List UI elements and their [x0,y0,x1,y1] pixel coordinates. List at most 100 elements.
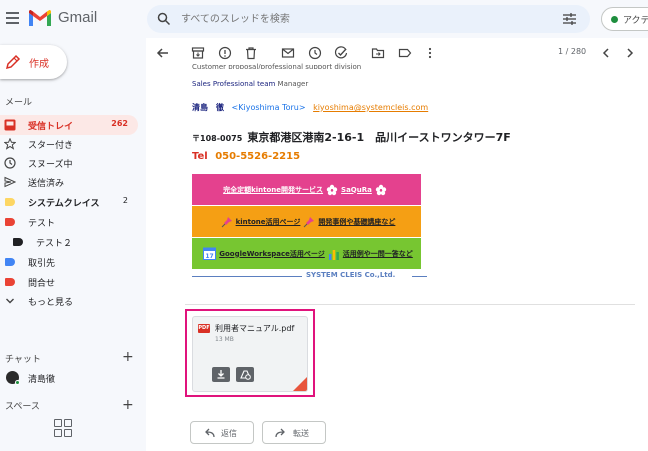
google-workspace-banner-link[interactable]: 17 GoogleWorkspace活用ページ 活用例や一問一答など [192,238,421,269]
message-pane: 1 / 280 Customer proposal/professional s… [146,38,648,451]
team-role: Manager [277,80,309,88]
archive-icon[interactable] [191,46,205,60]
signature-phone: Tel 050-5526-2215 [192,151,300,162]
label-icon [5,198,15,206]
team-name: Sales Professional team [192,80,276,88]
sidebar-item-label: スヌーズ中 [28,160,73,170]
label-icon [13,238,23,246]
sidebar-item-label: 取引先 [28,259,56,269]
compose-label: 作成 [29,59,49,70]
spaces-grid-icon[interactable] [54,419,74,439]
more-options-icon[interactable] [423,46,437,60]
sidebar-item-inquiries[interactable]: 問合せ [0,272,138,292]
pencil-icon [5,54,21,70]
sidebar-item-label: テスト [28,219,56,229]
main-menu-icon[interactable] [6,12,19,24]
chat-contact-name[interactable]: 清島徹 [28,372,55,385]
pin-icon [304,216,315,227]
attachment-filename: 利用者マニュアル.pdf [215,324,295,333]
mail-icon[interactable] [281,46,295,60]
sidebar-item-label: スター付き [28,141,74,151]
kintone-banner-link[interactable]: kintone活用ページ 開発事例や基礎講座など [192,206,421,237]
older-chevron-icon[interactable] [623,46,637,60]
attachments-divider [185,304,635,305]
saqura-banner-link[interactable]: 完全定額kintone開発サービス SaQuRa [192,174,421,205]
forward-arrow-icon [275,428,285,438]
tel-label: Tel [192,151,208,162]
sakura-flower-icon [375,184,387,195]
search-options-icon[interactable] [563,13,576,25]
spaces-heading: スペース [5,402,40,412]
label-tag-icon[interactable] [398,46,412,60]
label-icon [5,278,15,286]
sidebar-item-sent[interactable]: 送信済み [0,172,138,192]
reply-button[interactable]: 返信 [190,421,254,444]
pdf-file-icon: PDF [198,324,210,333]
calendar-icon: 17 [203,247,217,260]
postal-code: 〒108-0075 [192,134,243,143]
signature-address: 〒108-0075 東京都港区港南2-16-1 品川イーストワンタワー7F [192,126,511,145]
sakura-flower-icon [326,184,338,195]
search-bar[interactable] [147,5,590,33]
banner-text: 完全定額kintone開発サービス [223,185,324,194]
download-button[interactable] [212,367,230,382]
back-arrow-icon[interactable] [156,46,170,60]
label-icon [5,218,15,226]
new-chat-plus-icon[interactable]: + [122,350,134,364]
banner-text: 活用例や一問一答など [342,249,413,258]
snooze-clock-icon[interactable] [308,46,322,60]
sidebar-item-test[interactable]: テスト [0,212,138,232]
divider [192,276,302,277]
compose-button[interactable]: 作成 [0,45,67,79]
add-task-icon[interactable] [334,46,348,60]
online-status-dot [15,380,20,385]
move-to-folder-icon[interactable] [371,46,385,60]
sidebar-item-label: もっと見る [28,298,74,308]
divider [412,276,427,277]
attachment-card[interactable]: PDF 利用者マニュアル.pdf 13 MB [192,316,308,392]
search-input[interactable] [181,5,541,33]
sender-email-link[interactable]: kiyoshima@systemcleis.com [313,103,428,112]
svg-text:17: 17 [206,253,214,260]
trash-icon[interactable] [244,46,258,60]
attachment-highlight: PDF 利用者マニュアル.pdf 13 MB [185,309,315,397]
tel-number[interactable]: 050-5526-2215 [215,151,300,162]
avatar[interactable] [6,371,20,385]
signature-name-row: 清島 徹 <Kiyoshima Toru> kiyoshima@systemcl… [192,102,428,113]
sidebar-item-clients[interactable]: 取引先 [0,252,138,272]
inbox-icon [4,119,16,131]
send-icon [4,176,16,188]
newer-chevron-icon[interactable] [599,46,613,60]
forward-button[interactable]: 転送 [262,421,326,444]
chat-heading: チャット [5,355,41,365]
save-to-drive-button[interactable] [236,367,254,382]
reply-arrow-icon [205,428,215,438]
sender-name-en: <Kiyoshima Toru> [231,103,306,112]
message-pager: 1 / 280 [558,47,587,56]
star-icon [4,138,16,150]
sidebar-item-inbox[interactable]: 受信トレイ 262 [0,115,138,135]
banner-text: GoogleWorkspace活用ページ [219,249,325,258]
report-spam-icon[interactable] [218,46,232,60]
bar-chart-icon [328,249,339,260]
gmail-logo[interactable] [28,9,52,27]
banner-text: 開発事例や基礎講座など [318,217,396,226]
sidebar-item-test2[interactable]: テスト２ [0,232,138,252]
new-space-plus-icon[interactable]: + [122,398,134,412]
status-button[interactable]: アクティブ [601,7,648,31]
sidebar-item-systemcleis[interactable]: システムクレイス 2 [0,192,138,212]
unread-count: 262 [111,119,128,128]
company-signature-line: SYSTEM CLEIS Co.,Ltd. [192,271,427,281]
sidebar-item-starred[interactable]: スター付き [0,134,138,154]
sidebar-item-more[interactable]: もっと見る [0,291,138,311]
sidebar-item-snoozed[interactable]: スヌーズ中 [0,153,138,173]
chevron-down-icon [6,298,14,304]
status-dot [611,16,618,23]
signature-department: Customer proposal/professional support d… [192,63,362,69]
signature-team: Sales Professional team Manager [192,80,308,88]
top-bar: Gmail アクティブ [0,0,648,38]
status-label: アクティブ [623,16,648,26]
label-icon [5,258,15,266]
search-icon[interactable] [157,12,171,26]
company-name: SYSTEM CLEIS Co.,Ltd. [306,271,396,279]
